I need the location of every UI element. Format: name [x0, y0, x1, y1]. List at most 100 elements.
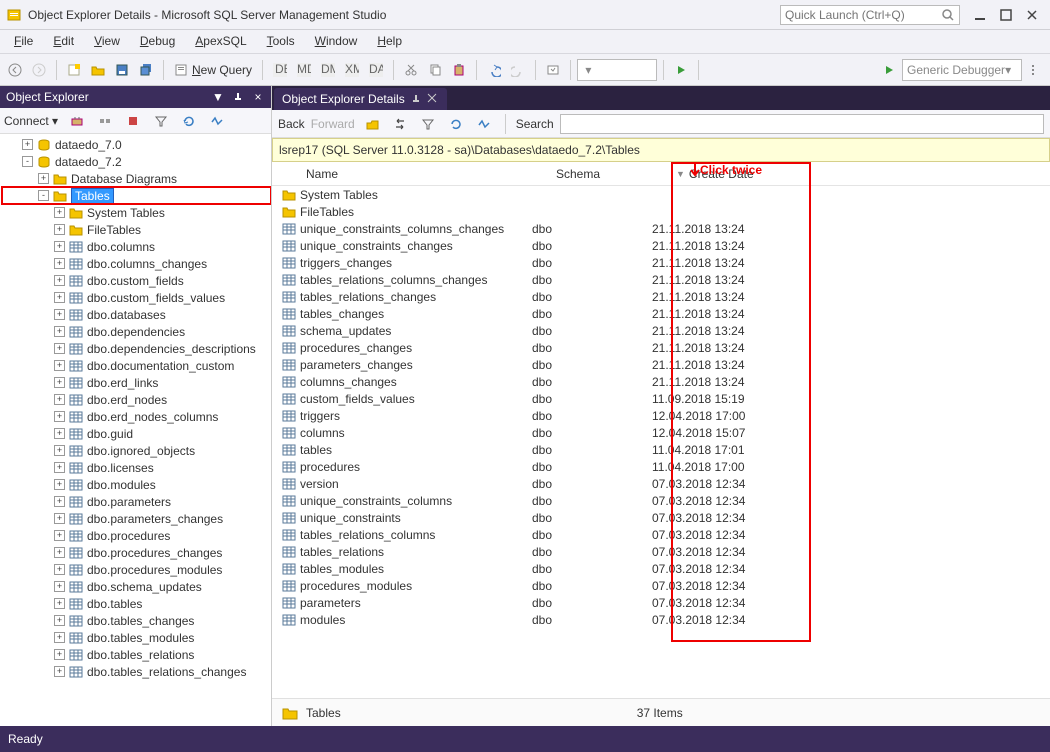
- table-row[interactable]: tablesdbo11.04.2018 17:01: [280, 441, 1050, 458]
- tree-node[interactable]: +dbo.licenses: [2, 459, 271, 476]
- tree-node[interactable]: +dbo.parameters: [2, 493, 271, 510]
- table-row[interactable]: tables_modulesdbo07.03.2018 12:34: [280, 560, 1050, 577]
- expand-toggle[interactable]: +: [54, 377, 65, 388]
- expand-toggle[interactable]: +: [54, 462, 65, 473]
- debug-play-icon[interactable]: [878, 59, 900, 81]
- tree-node[interactable]: +dbo.databases: [2, 306, 271, 323]
- tree-node[interactable]: -dataedo_7.2: [2, 153, 271, 170]
- debugger-dropdown[interactable]: Generic Debugger ▾: [902, 59, 1022, 81]
- tree-node[interactable]: +dbo.columns: [2, 238, 271, 255]
- tree-node[interactable]: +System Tables: [2, 204, 271, 221]
- find-icon[interactable]: [542, 59, 564, 81]
- table-row[interactable]: parametersdbo07.03.2018 12:34: [280, 594, 1050, 611]
- db-dropdown[interactable]: ▾: [577, 59, 657, 81]
- table-row[interactable]: procedures_changesdbo21.11.2018 13:24: [280, 339, 1050, 356]
- tree-node[interactable]: +dbo.columns_changes: [2, 255, 271, 272]
- paste-icon[interactable]: [448, 59, 470, 81]
- menu-tools[interactable]: Tools: [257, 30, 305, 53]
- quick-launch-input[interactable]: [785, 8, 941, 22]
- tree-node[interactable]: +FileTables: [2, 221, 271, 238]
- expand-toggle[interactable]: +: [54, 581, 65, 592]
- expand-toggle[interactable]: +: [54, 224, 65, 235]
- expand-toggle[interactable]: +: [22, 139, 33, 150]
- tree-node[interactable]: +dbo.dependencies: [2, 323, 271, 340]
- search-input[interactable]: [561, 115, 1043, 133]
- tree-node[interactable]: +dbo.tables_changes: [2, 612, 271, 629]
- column-header-name[interactable]: Name: [298, 167, 548, 181]
- back-button[interactable]: Back: [278, 117, 305, 131]
- table-row[interactable]: parameters_changesdbo21.11.2018 13:24: [280, 356, 1050, 373]
- expand-toggle[interactable]: +: [54, 241, 65, 252]
- expand-toggle[interactable]: +: [54, 632, 65, 643]
- menu-help[interactable]: Help: [367, 30, 412, 53]
- table-row[interactable]: unique_constraintsdbo07.03.2018 12:34: [280, 509, 1050, 526]
- search-box[interactable]: [560, 114, 1044, 134]
- stop-icon[interactable]: [122, 110, 144, 132]
- expand-toggle[interactable]: +: [54, 496, 65, 507]
- tree-node[interactable]: +dbo.custom_fields_values: [2, 289, 271, 306]
- expand-toggle[interactable]: +: [54, 326, 65, 337]
- expand-toggle[interactable]: +: [54, 598, 65, 609]
- tree-node[interactable]: +dbo.ignored_objects: [2, 442, 271, 459]
- filter-icon[interactable]: [150, 110, 172, 132]
- tree-node[interactable]: +dbo.custom_fields: [2, 272, 271, 289]
- save-icon[interactable]: [111, 59, 133, 81]
- table-row[interactable]: unique_constraints_changesdbo21.11.2018 …: [280, 237, 1050, 254]
- close-icon[interactable]: [427, 93, 439, 105]
- expand-toggle[interactable]: +: [38, 173, 49, 184]
- toolbar-overflow-icon[interactable]: [1024, 59, 1046, 81]
- expand-toggle[interactable]: +: [54, 207, 65, 218]
- save-all-icon[interactable]: [135, 59, 157, 81]
- maximize-button[interactable]: [994, 3, 1018, 27]
- expand-toggle[interactable]: +: [54, 292, 65, 303]
- tree-node[interactable]: +dbo.dependencies_descriptions: [2, 340, 271, 357]
- tree-node[interactable]: +dbo.modules: [2, 476, 271, 493]
- tree-node[interactable]: +dbo.tables_relations_changes: [2, 663, 271, 680]
- table-row[interactable]: tables_relations_columns_changesdbo21.11…: [280, 271, 1050, 288]
- menu-edit[interactable]: Edit: [43, 30, 84, 53]
- tree-node[interactable]: +dbo.erd_nodes_columns: [2, 408, 271, 425]
- redo-icon[interactable]: [507, 59, 529, 81]
- table-row[interactable]: unique_constraints_columnsdbo07.03.2018 …: [280, 492, 1050, 509]
- mdx-icon[interactable]: MDX: [293, 59, 315, 81]
- tree-node[interactable]: +dbo.parameters_changes: [2, 510, 271, 527]
- tree-node[interactable]: +dbo.procedures: [2, 527, 271, 544]
- connect-icon[interactable]: [66, 110, 88, 132]
- new-query-button[interactable]: NNew Queryew Query: [170, 61, 256, 79]
- expand-toggle[interactable]: +: [54, 394, 65, 405]
- close-button[interactable]: [1020, 3, 1044, 27]
- expand-toggle[interactable]: +: [54, 258, 65, 269]
- table-row[interactable]: unique_constraints_columns_changesdbo21.…: [280, 220, 1050, 237]
- expand-toggle[interactable]: +: [54, 513, 65, 524]
- column-header-schema[interactable]: Schema: [548, 167, 668, 181]
- activity-icon[interactable]: [473, 113, 495, 135]
- activity-icon[interactable]: [206, 110, 228, 132]
- tree-node[interactable]: +dbo.procedures_changes: [2, 544, 271, 561]
- table-row[interactable]: System Tables: [280, 186, 1050, 203]
- sync-icon[interactable]: [389, 113, 411, 135]
- expand-toggle[interactable]: +: [54, 343, 65, 354]
- tree-node[interactable]: +dbo.schema_updates: [2, 578, 271, 595]
- table-row[interactable]: schema_updatesdbo21.11.2018 13:24: [280, 322, 1050, 339]
- expand-toggle[interactable]: +: [54, 479, 65, 490]
- table-row[interactable]: versiondbo07.03.2018 12:34: [280, 475, 1050, 492]
- tree-node[interactable]: +dbo.procedures_modules: [2, 561, 271, 578]
- up-icon[interactable]: [361, 113, 383, 135]
- table-row[interactable]: tables_relations_columnsdbo07.03.2018 12…: [280, 526, 1050, 543]
- new-project-icon[interactable]: [63, 59, 85, 81]
- menu-debug[interactable]: Debug: [130, 30, 185, 53]
- menu-file[interactable]: File: [4, 30, 43, 53]
- table-row[interactable]: triggersdbo12.04.2018 17:00: [280, 407, 1050, 424]
- table-row[interactable]: proceduresdbo11.04.2018 17:00: [280, 458, 1050, 475]
- execute-icon[interactable]: [670, 59, 692, 81]
- expand-toggle[interactable]: +: [54, 275, 65, 286]
- table-row[interactable]: tables_changesdbo21.11.2018 13:24: [280, 305, 1050, 322]
- refresh-icon[interactable]: [445, 113, 467, 135]
- tree-node[interactable]: +dbo.tables_relations: [2, 646, 271, 663]
- tree-node[interactable]: -Tables: [2, 187, 271, 204]
- quick-launch[interactable]: [780, 5, 960, 25]
- table-row[interactable]: procedures_modulesdbo07.03.2018 12:34: [280, 577, 1050, 594]
- tree-node[interactable]: +dbo.erd_links: [2, 374, 271, 391]
- dmx-icon[interactable]: DMX: [317, 59, 339, 81]
- open-icon[interactable]: [87, 59, 109, 81]
